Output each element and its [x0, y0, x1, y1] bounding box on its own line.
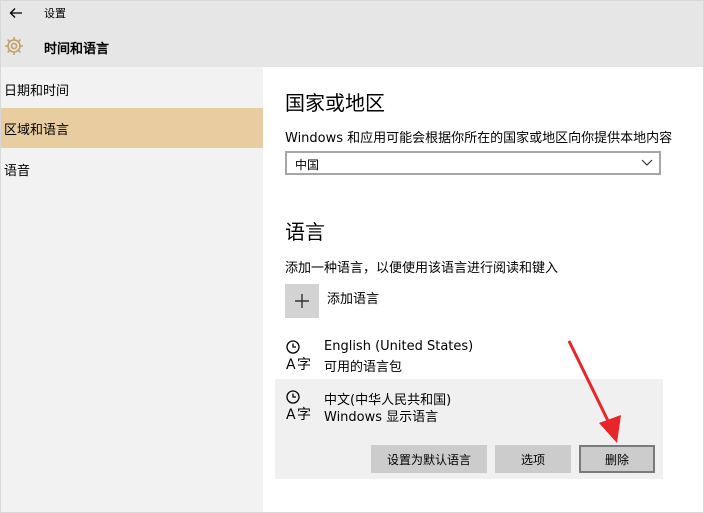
- sidebar-item-label: 日期和时间: [4, 83, 70, 99]
- title-bar: 设置 时间和语言: [1, 1, 703, 67]
- language-status: Windows 显示语言: [324, 410, 439, 425]
- region-description: Windows 和应用可能会根据你所在的国家或地区向你提供本地内容: [285, 131, 673, 146]
- svg-text:字: 字: [297, 407, 311, 423]
- language-description: 添加一种语言，以便使用该语言进行阅读和键入: [285, 261, 559, 276]
- settings-window: 设置 时间和语言 日期和时间 区域和语言 语音 国家或地区 Windows 和应…: [0, 0, 704, 513]
- section-title: 时间和语言: [44, 42, 110, 57]
- country-select-value: 中国: [295, 158, 320, 172]
- back-arrow-icon: [9, 8, 22, 18]
- svg-text:A: A: [286, 357, 296, 373]
- plus-icon: [295, 294, 309, 308]
- sidebar-item-speech[interactable]: 语音: [1, 149, 263, 189]
- svg-text:A: A: [286, 407, 296, 423]
- chevron-down-icon: [641, 159, 653, 166]
- sidebar-item-region-language[interactable]: 区域和语言: [1, 108, 263, 148]
- add-language-label[interactable]: 添加语言: [327, 288, 379, 307]
- sidebar-item-date-time[interactable]: 日期和时间: [1, 69, 263, 109]
- app-title: 设置: [44, 7, 66, 20]
- add-language-button[interactable]: [285, 284, 319, 318]
- sidebar-item-label: 区域和语言: [4, 122, 70, 138]
- main-content: 国家或地区 Windows 和应用可能会根据你所在的国家或地区向你提供本地内容 …: [263, 67, 703, 507]
- language-name: English (United States): [324, 339, 474, 354]
- language-icon: A 字: [286, 340, 311, 373]
- sidebar: 日期和时间 区域和语言 语音: [1, 67, 263, 512]
- region-heading: 国家或地区: [285, 91, 385, 115]
- set-default-button[interactable]: 设置为默认语言: [371, 445, 487, 473]
- back-button[interactable]: [1, 1, 31, 25]
- remove-button[interactable]: 删除: [579, 445, 655, 473]
- options-button[interactable]: 选项: [495, 445, 571, 473]
- svg-text:字: 字: [297, 357, 311, 373]
- gear-icon: [5, 37, 23, 55]
- language-heading: 语言: [285, 220, 325, 244]
- language-status: 可用的语言包: [324, 360, 403, 375]
- sidebar-item-label: 语音: [4, 163, 31, 179]
- language-icon: A 字: [286, 390, 311, 423]
- annotation-arrow-icon: [567, 340, 621, 443]
- country-select[interactable]: 中国: [285, 151, 661, 175]
